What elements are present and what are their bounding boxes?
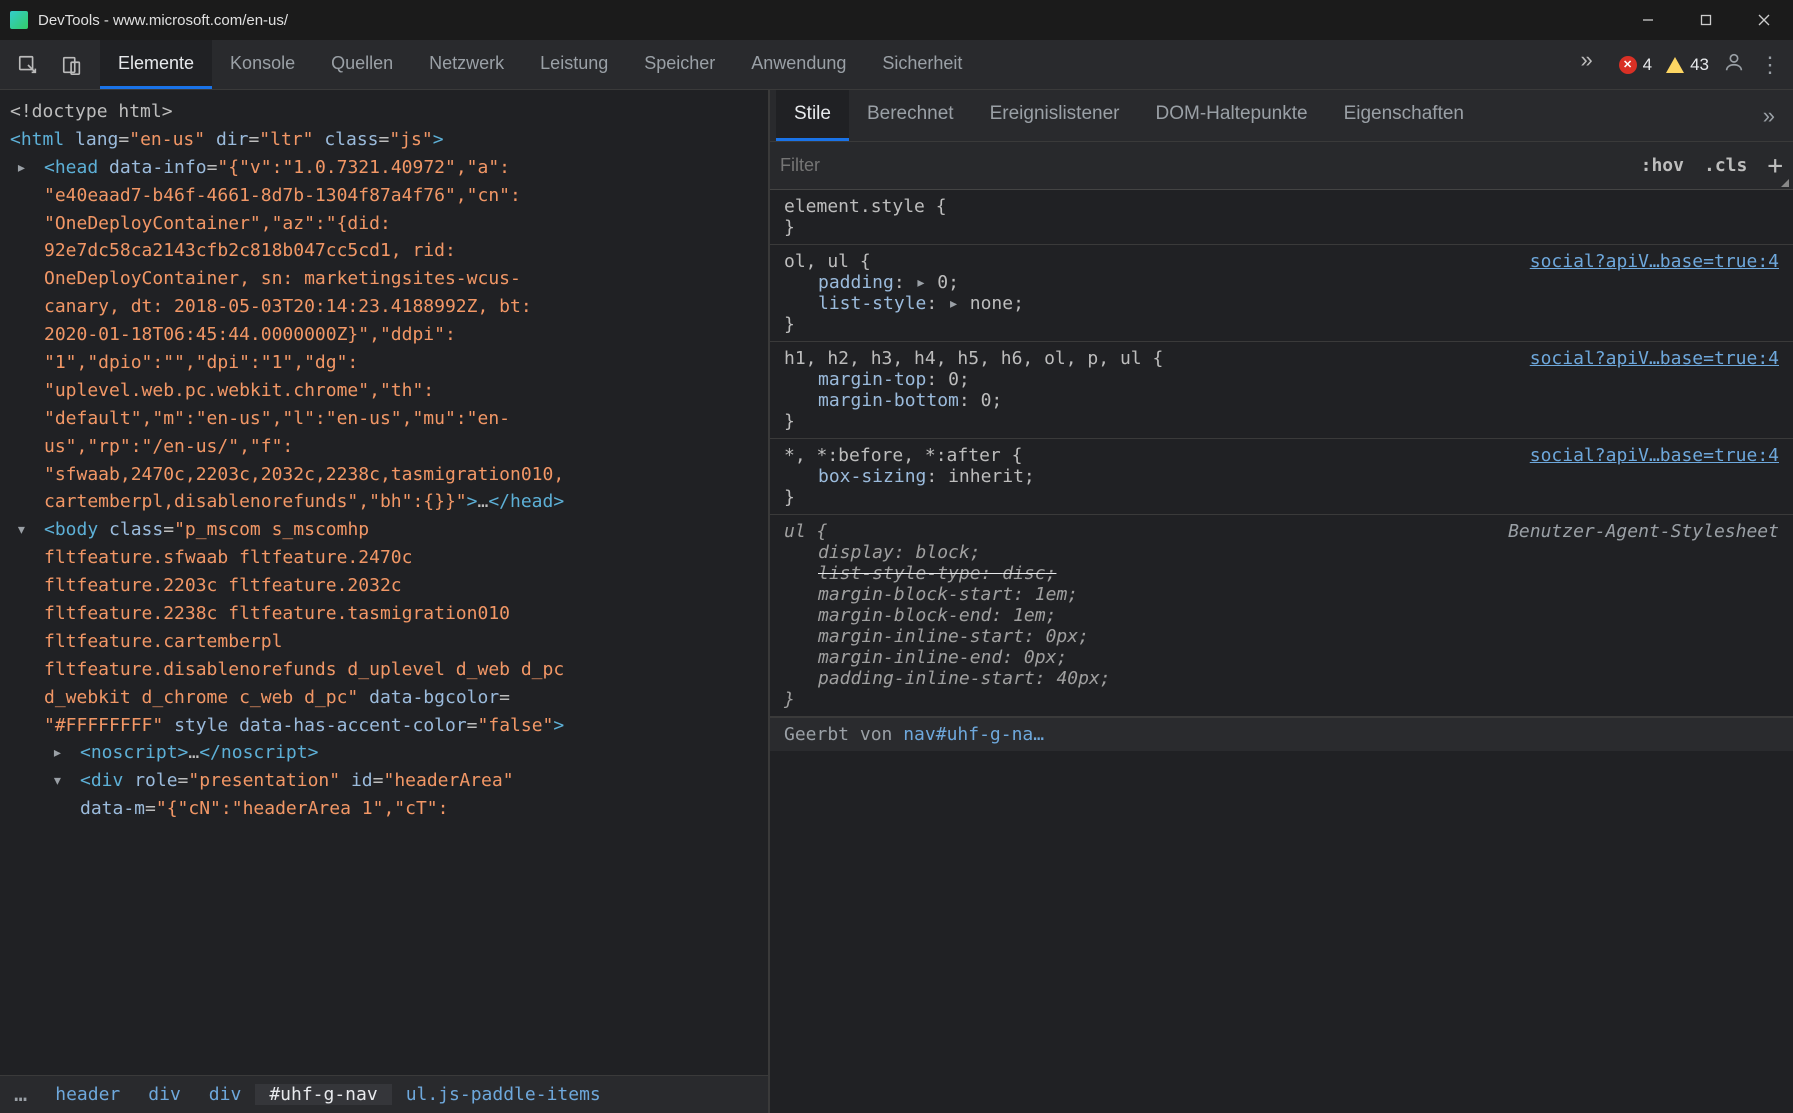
crumb-3[interactable]: div <box>195 1084 256 1105</box>
style-rule[interactable]: ul {Benutzer-Agent-Stylesheetdisplay: bl… <box>770 515 1793 717</box>
css-property[interactable]: box-sizing: inherit; <box>784 466 1779 487</box>
styles-tabs-overflow-icon[interactable]: » <box>1745 90 1793 141</box>
filter-row: :hov .cls + <box>770 142 1793 190</box>
style-rule[interactable]: ol, ul {social?apiV…base=true:4padding: … <box>770 245 1793 342</box>
tabs-overflow-icon[interactable]: » <box>1567 40 1607 80</box>
hov-button[interactable]: :hov <box>1641 155 1684 176</box>
error-count[interactable]: ✕ 4 <box>1619 55 1652 75</box>
more-icon[interactable]: ⋮ <box>1759 52 1781 78</box>
css-property[interactable]: display: block; <box>784 542 1779 563</box>
styles-tabs: StileBerechnetEreignislistenerDOM-Haltep… <box>770 90 1793 142</box>
css-property[interactable]: padding-inline-start: 40px; <box>784 668 1779 689</box>
tab-elemente[interactable]: Elemente <box>100 40 212 89</box>
inspect-element-icon[interactable] <box>8 45 48 85</box>
style-rule[interactable]: *, *:before, *:after {social?apiV…base=t… <box>770 439 1793 515</box>
tab-anwendung[interactable]: Anwendung <box>733 40 864 89</box>
tab-netzwerk[interactable]: Netzwerk <box>411 40 522 89</box>
css-property[interactable]: margin-bottom: 0; <box>784 390 1779 411</box>
css-property[interactable]: list-style-type: disc; <box>784 563 1779 584</box>
minimize-button[interactable] <box>1619 0 1677 40</box>
style-rule[interactable]: element.style {} <box>770 190 1793 245</box>
body-node[interactable]: ▾<body class="p_mscom s_mscomhpfltfeatur… <box>24 516 758 739</box>
css-property[interactable]: margin-top: 0; <box>784 369 1779 390</box>
crumb-5[interactable]: ul.js-paddle-items <box>392 1084 615 1105</box>
div-headerarea-node[interactable]: ▾<div role="presentation" id="headerArea… <box>24 767 758 823</box>
css-property[interactable]: margin-block-start: 1em; <box>784 584 1779 605</box>
crumb-1[interactable]: header <box>41 1084 134 1105</box>
settings-icon[interactable] <box>1723 51 1745 78</box>
css-property[interactable]: list-style: ▸ none; <box>784 293 1779 314</box>
crumb-0[interactable]: … <box>0 1084 41 1106</box>
html-open-tag[interactable]: <html lang="en-us" dir="ltr" class="js"> <box>10 126 758 154</box>
window-title: DevTools - www.microsoft.com/en-us/ <box>38 12 288 29</box>
source-link[interactable]: social?apiV…base=true:4 <box>1530 348 1779 369</box>
close-button[interactable] <box>1735 0 1793 40</box>
tab-quellen[interactable]: Quellen <box>313 40 411 89</box>
noscript-node[interactable]: ▸<noscript>…</noscript> <box>24 739 758 767</box>
css-property[interactable]: margin-inline-start: 0px; <box>784 626 1779 647</box>
styles-tab-berechnet[interactable]: Berechnet <box>849 90 972 141</box>
styles-tab-stile[interactable]: Stile <box>776 90 849 141</box>
new-style-rule-button[interactable]: + <box>1767 151 1783 181</box>
titlebar: DevTools - www.microsoft.com/en-us/ <box>0 0 1793 40</box>
error-number: 4 <box>1643 55 1652 75</box>
doctype-node[interactable]: <!doctype html> <box>10 101 173 122</box>
inherited-link[interactable]: nav#uhf-g-na… <box>903 724 1044 745</box>
warning-number: 43 <box>1690 55 1709 75</box>
tab-speicher[interactable]: Speicher <box>626 40 733 89</box>
styles-tab-eigenschaften[interactable]: Eigenschaften <box>1326 90 1482 141</box>
dom-tree[interactable]: <!doctype html> <html lang="en-us" dir="… <box>0 90 768 1075</box>
styles-tab-ereignislistener[interactable]: Ereignislistener <box>972 90 1138 141</box>
tab-konsole[interactable]: Konsole <box>212 40 313 89</box>
crumb-2[interactable]: div <box>134 1084 195 1105</box>
inherited-from-row: Geerbt von nav#uhf-g-na… <box>770 717 1793 751</box>
styles-filter-input[interactable] <box>780 155 1641 176</box>
error-icon: ✕ <box>1619 56 1637 74</box>
tab-leistung[interactable]: Leistung <box>522 40 626 89</box>
tab-sicherheit[interactable]: Sicherheit <box>864 40 980 89</box>
css-property[interactable]: margin-inline-end: 0px; <box>784 647 1779 668</box>
css-property[interactable]: margin-block-end: 1em; <box>784 605 1779 626</box>
source-comment: Benutzer-Agent-Stylesheet <box>1508 521 1779 542</box>
css-property[interactable]: padding: ▸ 0; <box>784 272 1779 293</box>
breadcrumb: …headerdivdiv#uhf-g-navul.js-paddle-item… <box>0 1075 768 1113</box>
head-node[interactable]: ▸<head data-info="{"v":"1.0.7321.40972",… <box>24 154 758 517</box>
style-rule[interactable]: h1, h2, h3, h4, h5, h6, ol, p, ul {socia… <box>770 342 1793 439</box>
crumb-4[interactable]: #uhf-g-nav <box>255 1084 391 1105</box>
device-toggle-icon[interactable] <box>52 45 92 85</box>
resize-handle-icon[interactable] <box>1781 179 1789 187</box>
source-link[interactable]: social?apiV…base=true:4 <box>1530 251 1779 272</box>
warning-icon <box>1666 57 1684 73</box>
cls-button[interactable]: .cls <box>1704 155 1747 176</box>
source-link[interactable]: social?apiV…base=true:4 <box>1530 445 1779 466</box>
devtools-toolbar: ElementeKonsoleQuellenNetzwerkLeistungSp… <box>0 40 1793 90</box>
styles-tab-dom-haltepunkte[interactable]: DOM-Haltepunkte <box>1138 90 1326 141</box>
warning-count[interactable]: 43 <box>1666 55 1709 75</box>
app-icon <box>10 11 28 29</box>
styles-pane[interactable]: element.style {}ol, ul {social?apiV…base… <box>770 190 1793 1113</box>
maximize-button[interactable] <box>1677 0 1735 40</box>
